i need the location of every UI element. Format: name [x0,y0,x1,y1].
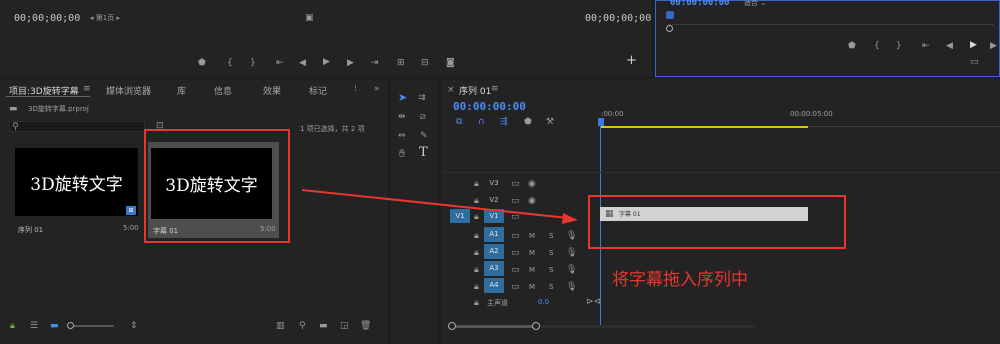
drag-arrow [301,189,578,224]
annotation-text: 将字幕拖入序列中 [612,270,748,290]
drag-arrow-line [301,189,569,219]
drag-arrow-head [562,213,578,224]
